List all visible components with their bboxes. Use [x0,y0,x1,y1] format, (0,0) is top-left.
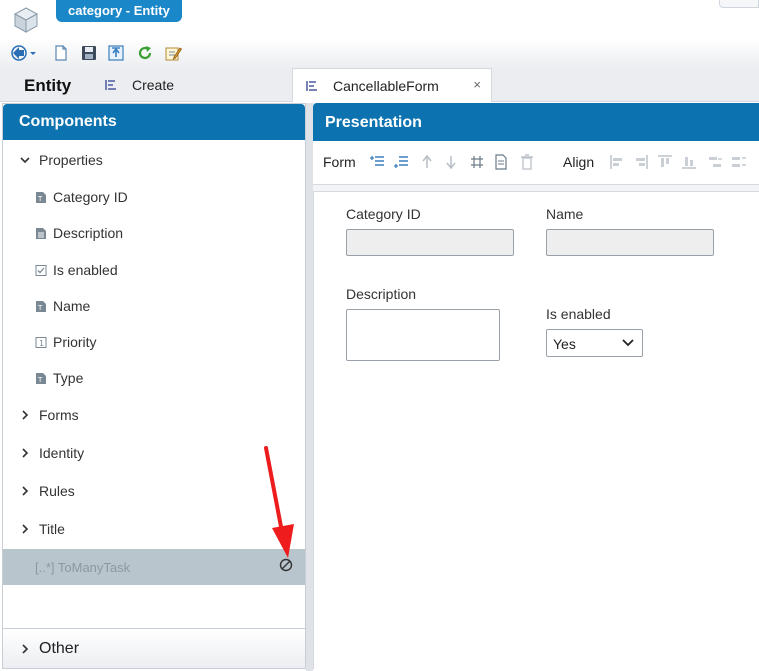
align-left-icon[interactable] [609,154,625,170]
tab-create[interactable]: Create [104,77,174,93]
property-label: Name [53,298,91,314]
description-textarea[interactable] [346,309,500,361]
tree-node-forms[interactable]: Forms [3,400,305,430]
chevron-right-icon[interactable] [19,643,31,655]
window-title: category - Entity [56,0,182,22]
align-top-icon[interactable] [657,154,673,170]
text-field-icon: T [36,372,46,384]
chevron-right-icon[interactable] [19,447,31,459]
tree-node-label: Identity [39,445,85,461]
close-icon[interactable]: × [473,77,481,92]
property-item[interactable]: Description [3,218,305,248]
category-id-field[interactable] [346,229,514,256]
edit-icon[interactable] [164,44,182,62]
document-field-icon [36,227,46,239]
other-label: Other [39,639,80,657]
text-field-icon: T [36,191,46,203]
tab-entity[interactable]: Entity [24,76,71,96]
tab-create-label: Create [132,77,175,93]
align-right-icon[interactable] [633,154,649,170]
presentation-header: Presentation [313,103,759,141]
insert-above-icon[interactable] [369,154,385,170]
tree-node-label: Rules [39,483,75,499]
property-item[interactable]: T Category ID [3,182,305,212]
svg-text:T: T [37,376,43,384]
new-document-icon[interactable] [52,44,70,62]
properties-doc-icon[interactable] [493,154,509,170]
other-section[interactable]: Other [3,628,305,668]
is-enabled-label: Is enabled [546,306,611,322]
property-item[interactable]: T Name [3,291,305,321]
description-label: Description [346,286,417,302]
form-icon [105,80,116,90]
tree-node-label: Title [39,521,65,537]
insert-below-icon[interactable] [393,154,409,170]
main-toolbar [0,38,759,68]
name-label: Name [546,206,584,222]
text-field-icon: T [36,300,46,312]
property-label: Description [53,225,124,241]
property-label: Type [53,370,84,386]
back-dropdown-icon[interactable] [10,44,38,62]
annotation-arrow-icon [264,446,294,558]
tab-cancellable-form[interactable]: CancellableForm × [292,68,492,102]
app-cube-icon [13,7,39,33]
tree-node-label: Properties [39,152,103,168]
is-enabled-value: Yes [553,336,576,352]
name-field[interactable] [546,229,714,256]
tab-form-label: CancellableForm [333,77,439,94]
move-down-icon[interactable] [443,154,459,170]
refresh-icon[interactable] [136,44,154,62]
save-icon[interactable] [80,44,98,62]
relation-label: [..*] ToManyTask [35,559,131,575]
property-label: Category ID [53,189,128,205]
number-field-icon: 1 [35,336,47,348]
chevron-right-icon[interactable] [19,523,31,535]
tab-strip: Entity Create CancellableForm × [0,68,759,102]
presentation-toolbar: Form Align [313,141,759,185]
chevron-down-icon [622,339,634,347]
distribute-horizontal-icon[interactable] [707,154,723,170]
property-label: Is enabled [53,262,118,278]
chevron-right-icon[interactable] [19,485,31,497]
property-label: Priority [53,334,97,350]
tree-node-properties[interactable]: Properties [3,145,305,175]
window-control-button[interactable] [719,0,759,8]
checkbox-field-icon [35,264,47,276]
category-id-label: Category ID [346,206,421,222]
property-item[interactable]: Is enabled [3,255,305,285]
property-item[interactable]: 1 Priority [3,327,305,357]
tree-node-label: Forms [39,407,79,423]
svg-text:1: 1 [39,339,44,348]
panel-splitter[interactable] [306,103,313,671]
form-icon [306,80,317,91]
export-icon[interactable] [107,44,125,62]
presentation-panel: Presentation Form Align Category ID Name… [313,103,759,669]
is-enabled-select[interactable]: Yes [546,329,643,357]
svg-text:T: T [37,304,43,312]
components-header: Components [3,104,305,140]
align-toolbar-label: Align [563,154,595,170]
chevron-right-icon[interactable] [19,409,31,421]
chevron-down-icon[interactable] [19,154,31,166]
svg-text:T: T [37,195,43,203]
move-up-icon[interactable] [419,154,435,170]
delete-icon[interactable] [519,154,535,170]
distribute-vertical-icon[interactable] [731,154,747,170]
align-bottom-icon[interactable] [681,154,697,170]
grid-icon[interactable] [469,154,485,170]
property-item[interactable]: T Type [3,363,305,393]
form-design-canvas: Category ID Name Description Is enabled … [313,191,759,669]
title-bar: category - Entity [0,0,759,38]
components-panel: Components Properties T Category ID Desc… [2,103,306,669]
form-toolbar-label: Form [323,154,356,170]
